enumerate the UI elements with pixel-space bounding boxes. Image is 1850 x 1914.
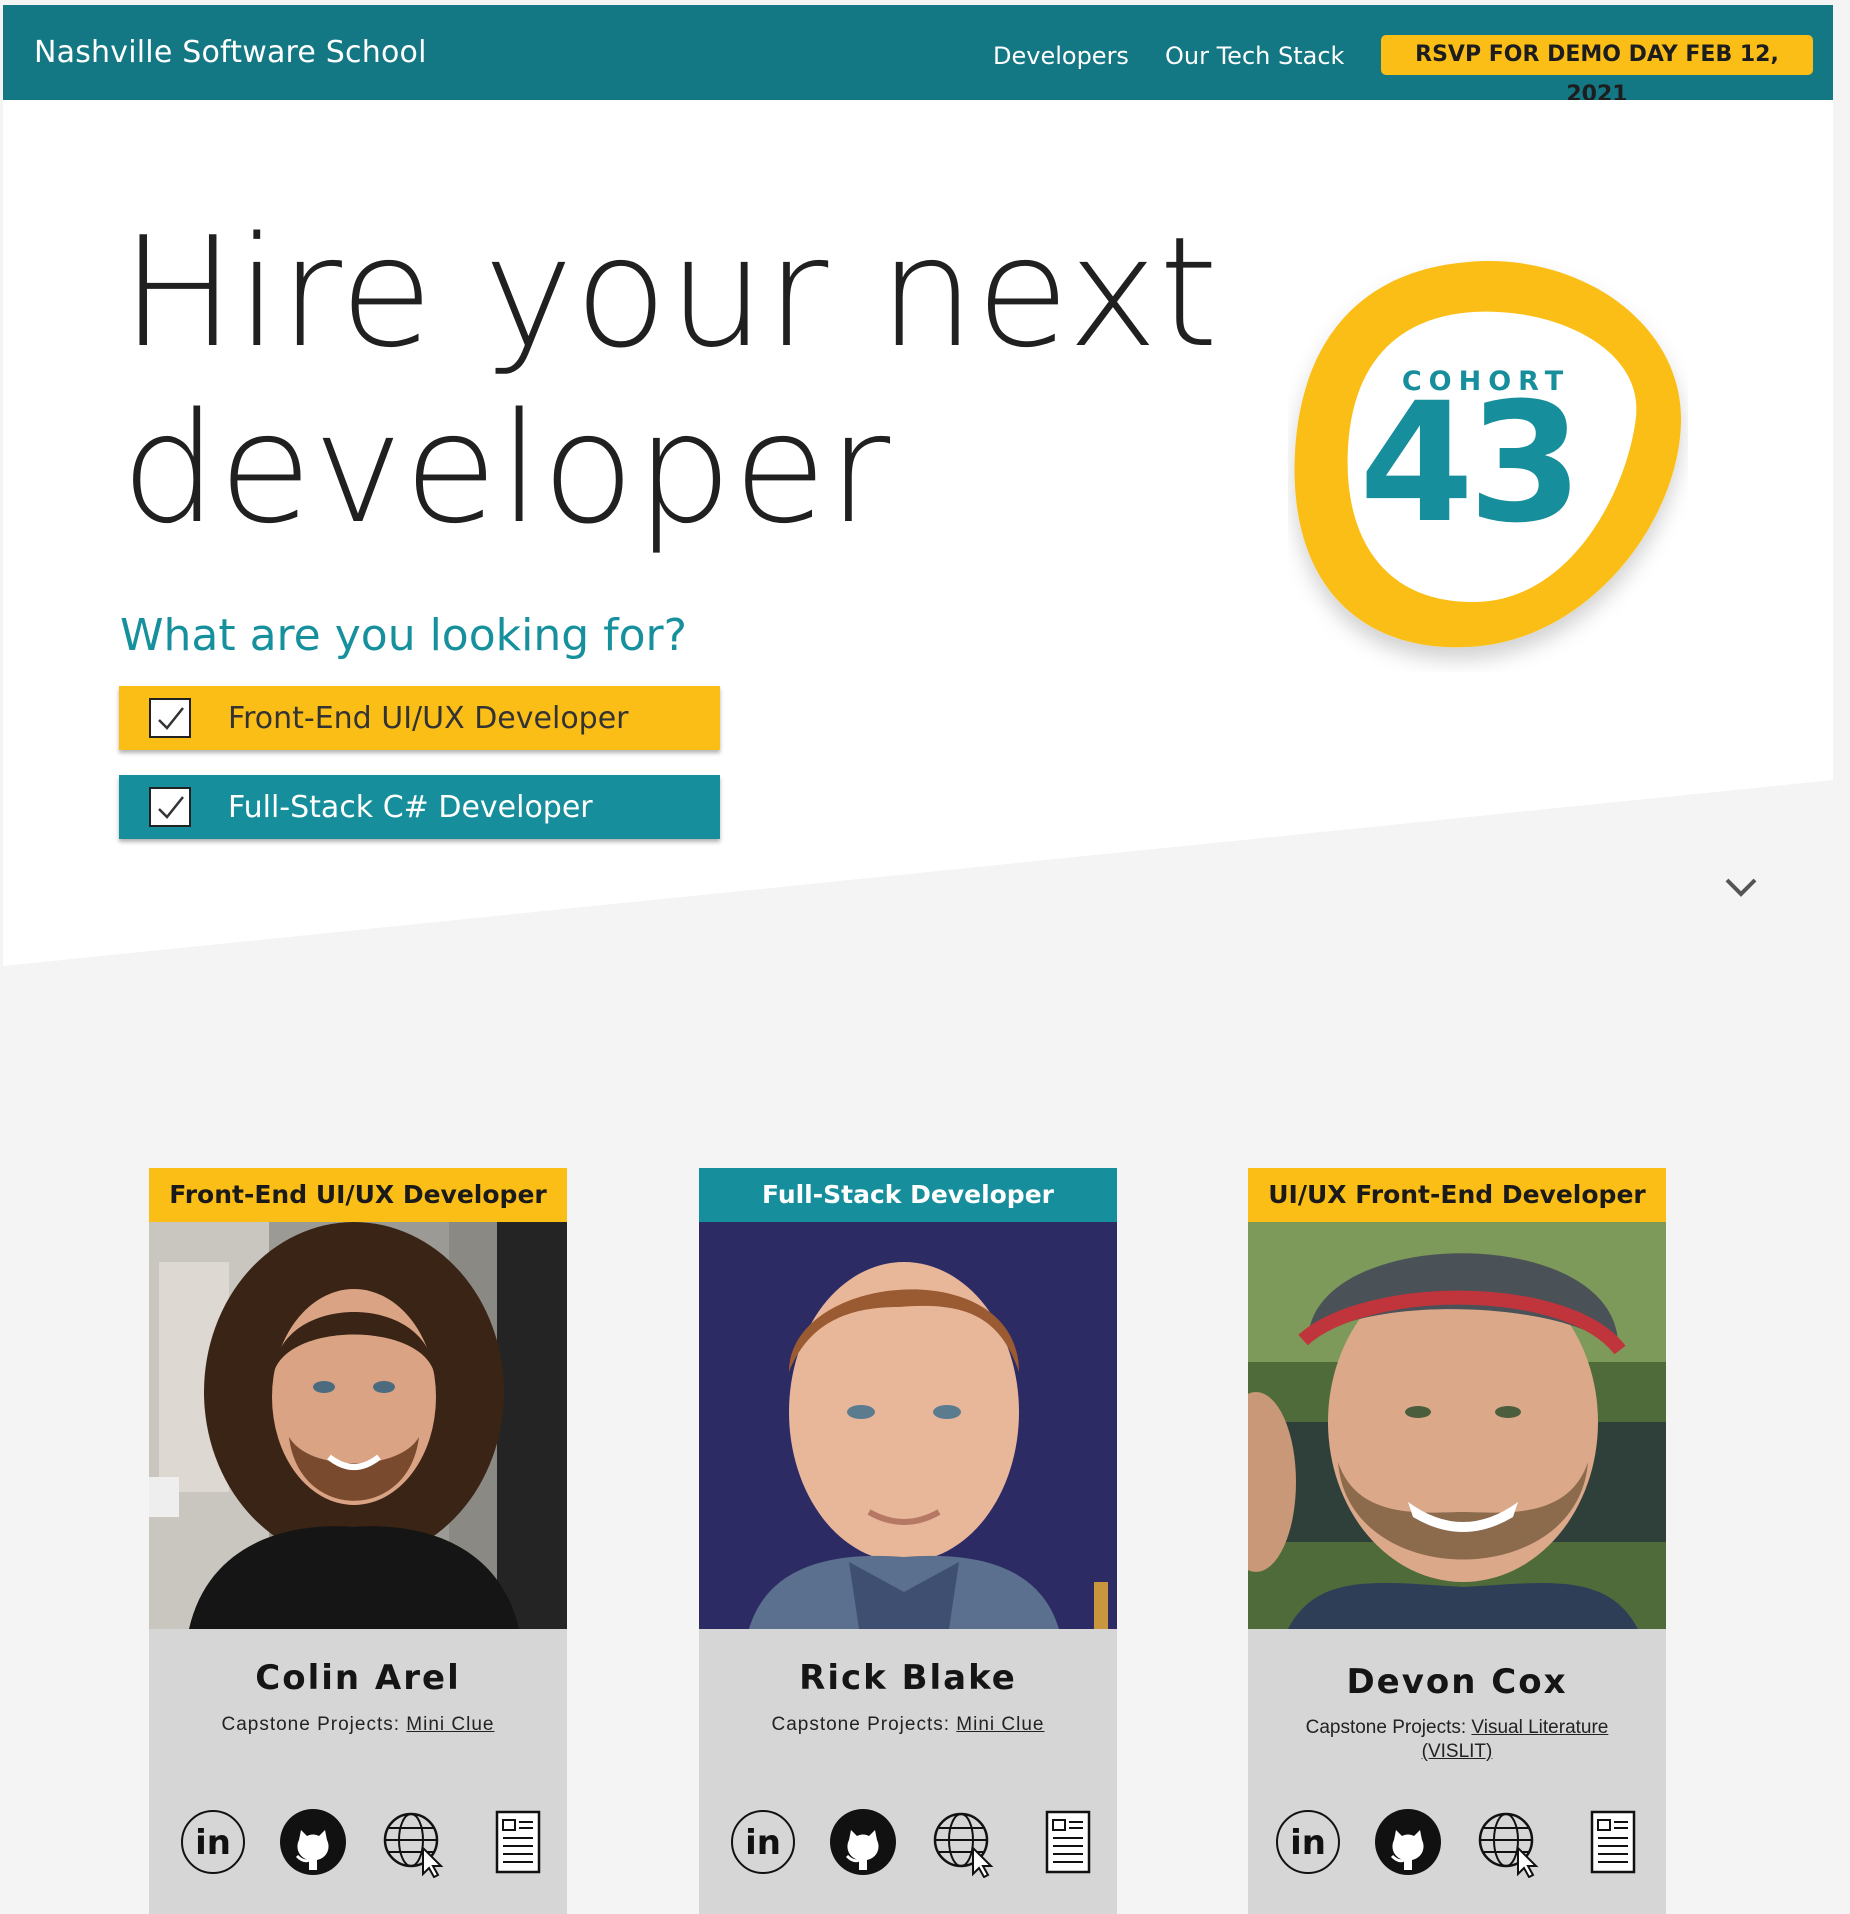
filter-checkbox[interactable]	[149, 698, 191, 738]
capstone-link[interactable]: Mini Clue	[406, 1714, 494, 1735]
nav-developers-link[interactable]: Developers	[993, 42, 1129, 70]
github-icon[interactable]	[829, 1808, 899, 1878]
filter-label: Full-Stack C# Developer	[228, 790, 593, 825]
cohort-badge: COHORT 43	[1294, 261, 1682, 648]
developer-photo	[699, 1222, 1117, 1629]
profile-links: in	[729, 1808, 1091, 1878]
headline-line-1: Hire your next	[121, 204, 1220, 381]
capstone-projects: Capstone Projects: Mini Clue	[179, 1713, 537, 1737]
developer-card: UI/UX Front-End Developer Devon Cox Caps…	[1248, 1168, 1666, 1914]
developer-photo	[1248, 1222, 1666, 1629]
cohort-number: 43	[1359, 367, 1577, 559]
resume-icon[interactable]	[483, 1808, 553, 1878]
capstone-projects: Capstone Projects: Mini Clue	[729, 1713, 1087, 1737]
filter-label: Front-End UI/UX Developer	[228, 701, 629, 736]
nav-tech-stack-link[interactable]: Our Tech Stack	[1165, 42, 1344, 70]
filter-front-end-toggle[interactable]: Front-End UI/UX Developer	[119, 686, 720, 750]
role-banner: Full-Stack Developer	[699, 1168, 1117, 1222]
svg-text:in: in	[1290, 1823, 1326, 1863]
filter-full-stack-toggle[interactable]: Full-Stack C# Developer	[119, 775, 720, 839]
headline-line-2: developer	[121, 380, 892, 557]
role-banner: Front-End UI/UX Developer	[149, 1168, 567, 1222]
checkmark-icon	[158, 707, 184, 730]
svg-text:in: in	[745, 1823, 781, 1863]
linkedin-icon[interactable]: in	[729, 1808, 799, 1878]
capstone-label: Capstone Projects:	[1305, 1717, 1467, 1738]
capstone-link[interactable]: Mini Clue	[956, 1714, 1044, 1735]
svg-text:in: in	[195, 1823, 231, 1863]
hero-headline: Hire your next developer	[121, 205, 1219, 557]
top-navbar: Nashville Software School Developers Our…	[3, 5, 1833, 107]
developer-name: Colin Arel	[255, 1658, 461, 1698]
developer-photo	[149, 1222, 567, 1629]
github-icon[interactable]	[1374, 1808, 1444, 1878]
developer-card: Front-End UI/UX Developer Colin Arel Cap…	[149, 1168, 567, 1914]
capstone-label: Capstone Projects:	[221, 1714, 401, 1735]
checkmark-icon	[158, 796, 184, 819]
developer-name: Devon Cox	[1346, 1662, 1568, 1702]
developer-name: Rick Blake	[799, 1658, 1017, 1698]
website-icon[interactable]	[1476, 1808, 1546, 1878]
filter-question: What are you looking for?	[120, 610, 687, 661]
profile-links: in	[1276, 1808, 1638, 1878]
role-banner: UI/UX Front-End Developer	[1248, 1168, 1666, 1222]
rsvp-demo-day-button[interactable]: RSVP FOR DEMO DAY FEB 12, 2021	[1381, 35, 1813, 107]
linkedin-icon[interactable]: in	[179, 1808, 249, 1878]
chevron-down-icon[interactable]	[1723, 875, 1759, 899]
profile-links: in	[179, 1808, 541, 1878]
website-icon[interactable]	[381, 1808, 451, 1878]
website-icon[interactable]	[931, 1808, 1001, 1878]
capstone-projects: Capstone Projects: Visual Literature (VI…	[1278, 1716, 1636, 1764]
brand-logo-text[interactable]: Nashville Software School	[34, 35, 427, 70]
resume-icon[interactable]	[1578, 1808, 1648, 1878]
linkedin-icon[interactable]: in	[1274, 1808, 1344, 1878]
developer-card: Full-Stack Developer Rick Blake Capstone…	[699, 1168, 1117, 1914]
capstone-label: Capstone Projects:	[771, 1714, 951, 1735]
filter-checkbox[interactable]	[149, 787, 191, 827]
resume-icon[interactable]	[1033, 1808, 1103, 1878]
github-icon[interactable]	[279, 1808, 349, 1878]
page-frame: Nashville Software School Developers Our…	[3, 5, 1833, 1914]
